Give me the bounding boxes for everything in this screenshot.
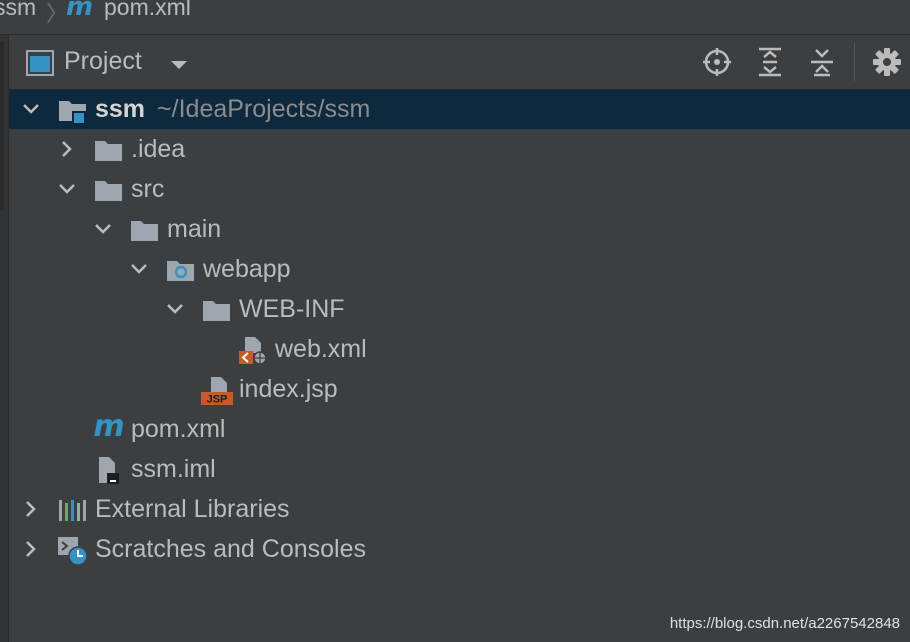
library-icon xyxy=(59,500,86,521)
panel-title[interactable]: Project xyxy=(64,47,142,76)
breadcrumb-file[interactable]: pom.xml xyxy=(104,0,191,21)
breadcrumb-project[interactable]: ssm xyxy=(0,0,36,21)
tree-row-main[interactable]: main xyxy=(9,209,910,249)
project-tree: ssm ~/IdeaProjects/ssm .idea src main we… xyxy=(9,89,910,642)
tree-row-webxml[interactable]: web.xml xyxy=(9,329,910,369)
folder-icon xyxy=(95,141,122,161)
tree-label-webinf: WEB-INF xyxy=(239,295,345,323)
chevron-down-icon[interactable] xyxy=(165,299,185,319)
expand-all-icon[interactable] xyxy=(754,46,786,78)
header-divider xyxy=(854,43,855,81)
maven-icon: m xyxy=(66,0,94,22)
tree-row-pom[interactable]: m pom.xml xyxy=(9,409,910,449)
tree-label-webapp: webapp xyxy=(203,255,291,283)
tree-row-external-libraries[interactable]: External Libraries xyxy=(9,489,910,529)
chevron-right-icon[interactable] xyxy=(21,499,41,519)
breadcrumb: ssm 〉 m pom.xml xyxy=(0,0,910,35)
tree-label-webxml: web.xml xyxy=(275,335,367,363)
tree-label-scratches: Scratches and Consoles xyxy=(95,535,366,563)
project-view-icon xyxy=(26,50,54,81)
tree-label-iml: ssm.iml xyxy=(131,455,216,483)
tree-label-src: src xyxy=(131,175,165,203)
gear-icon[interactable] xyxy=(871,46,903,78)
project-panel-header: Project xyxy=(9,35,910,89)
jsp-file-icon: JSP xyxy=(201,377,233,406)
folder-icon xyxy=(95,181,122,201)
tree-row-webinf[interactable]: WEB-INF xyxy=(9,289,910,329)
folder-icon xyxy=(131,221,158,241)
watermark: https://blog.csdn.net/a2267542848 xyxy=(669,615,900,632)
tree-label-external-libraries: External Libraries xyxy=(95,495,290,523)
locate-icon[interactable] xyxy=(701,46,733,78)
ide-window: ssm 〉 m pom.xml Project xyxy=(0,0,910,642)
chevron-down-icon[interactable] xyxy=(129,259,149,279)
module-folder-icon xyxy=(59,101,86,125)
scratches-icon xyxy=(58,537,88,566)
tree-row-indexjsp[interactable]: JSP index.jsp xyxy=(9,369,910,409)
scrollbar-thumb[interactable] xyxy=(0,41,4,211)
chevron-down-icon[interactable] xyxy=(21,99,41,119)
tree-row-webapp[interactable]: webapp xyxy=(9,249,910,289)
collapse-all-icon[interactable] xyxy=(806,46,838,78)
tree-row-src[interactable]: src xyxy=(9,169,910,209)
tree-row-iml[interactable]: ssm.iml xyxy=(9,449,910,489)
module-file-icon xyxy=(99,457,119,484)
chevron-right-icon[interactable] xyxy=(57,139,77,159)
chevron-down-icon[interactable] xyxy=(170,57,188,75)
tree-label-ssm: ssm ~/IdeaProjects/ssm xyxy=(95,95,370,124)
tool-window-strip xyxy=(0,35,9,642)
chevron-down-icon[interactable] xyxy=(57,179,77,199)
jsp-badge-text: JSP xyxy=(207,394,228,406)
tree-label-idea: .idea xyxy=(131,135,186,163)
maven-icon: m xyxy=(93,409,125,444)
chevron-down-icon[interactable] xyxy=(93,219,113,239)
tree-label-pom: pom.xml xyxy=(131,415,226,443)
folder-icon xyxy=(203,301,230,321)
module-path: ~/IdeaProjects/ssm xyxy=(157,95,371,123)
tree-label-main: main xyxy=(167,215,222,243)
tree-label-indexjsp: index.jsp xyxy=(239,375,338,403)
xml-file-icon xyxy=(239,337,267,365)
tree-row-idea[interactable]: .idea xyxy=(9,129,910,169)
tree-row-scratches[interactable]: Scratches and Consoles xyxy=(9,529,910,569)
breadcrumb-separator: 〉 xyxy=(46,1,69,26)
tree-row-ssm[interactable]: ssm ~/IdeaProjects/ssm xyxy=(9,89,910,129)
web-folder-icon xyxy=(167,261,194,281)
chevron-right-icon[interactable] xyxy=(21,539,41,559)
module-name: ssm xyxy=(95,95,146,123)
